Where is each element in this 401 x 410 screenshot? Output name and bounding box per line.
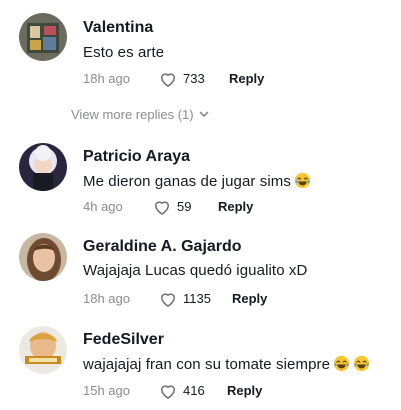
comment-time: 18h ago (83, 71, 130, 86)
heart-outline-icon (161, 385, 175, 399)
comment-username[interactable]: FedeSilver (83, 331, 164, 349)
face-with-tears-of-joy-icon (294, 172, 311, 189)
comment-time: 18h ago (83, 291, 130, 306)
reply-button[interactable]: Reply (229, 71, 264, 86)
avatar[interactable] (19, 233, 67, 281)
view-more-replies-button[interactable]: View more replies (1) (71, 107, 210, 122)
like-count: 416 (183, 383, 205, 398)
chevron-down-icon (199, 111, 208, 117)
reply-button[interactable]: Reply (218, 199, 253, 214)
comment-text: wajajajaj fran con su tomate siempre (83, 355, 370, 373)
face-with-tears-of-joy-icon (353, 355, 370, 372)
reply-button[interactable]: Reply (227, 383, 262, 398)
face-with-tears-of-joy-icon (333, 355, 350, 372)
comment-text-content: Wajajaja Lucas quedó igualito xD (83, 262, 308, 279)
comment-text-content: Me dieron ganas de jugar sims (83, 173, 292, 190)
comment-time: 15h ago (83, 383, 130, 398)
comment-username[interactable]: Patricio Araya (83, 148, 190, 166)
like-count: 733 (183, 71, 205, 86)
comment-text: Esto es arte (83, 44, 164, 61)
heart-outline-icon (155, 201, 169, 215)
avatar[interactable] (19, 143, 67, 191)
like-count: 1135 (183, 291, 211, 306)
comment-text: Wajajaja Lucas quedó igualito xD (83, 262, 307, 279)
heart-outline-icon (161, 293, 175, 307)
avatar[interactable] (19, 13, 67, 61)
comment-username[interactable]: Valentina (83, 19, 153, 37)
view-more-replies-label: View more replies (1) (71, 107, 194, 122)
comment-text-content: wajajajaj fran con su tomate siempre (83, 356, 331, 373)
like-count: 59 (177, 199, 192, 214)
comment-username[interactable]: Geraldine A. Gajardo (83, 238, 242, 256)
comment-text-content: Esto es arte (83, 44, 165, 61)
avatar[interactable] (19, 326, 67, 374)
comment-time: 4h ago (83, 199, 123, 214)
reply-button[interactable]: Reply (232, 291, 267, 306)
comment-text: Me dieron ganas de jugar sims (83, 172, 311, 190)
heart-outline-icon (161, 73, 175, 87)
